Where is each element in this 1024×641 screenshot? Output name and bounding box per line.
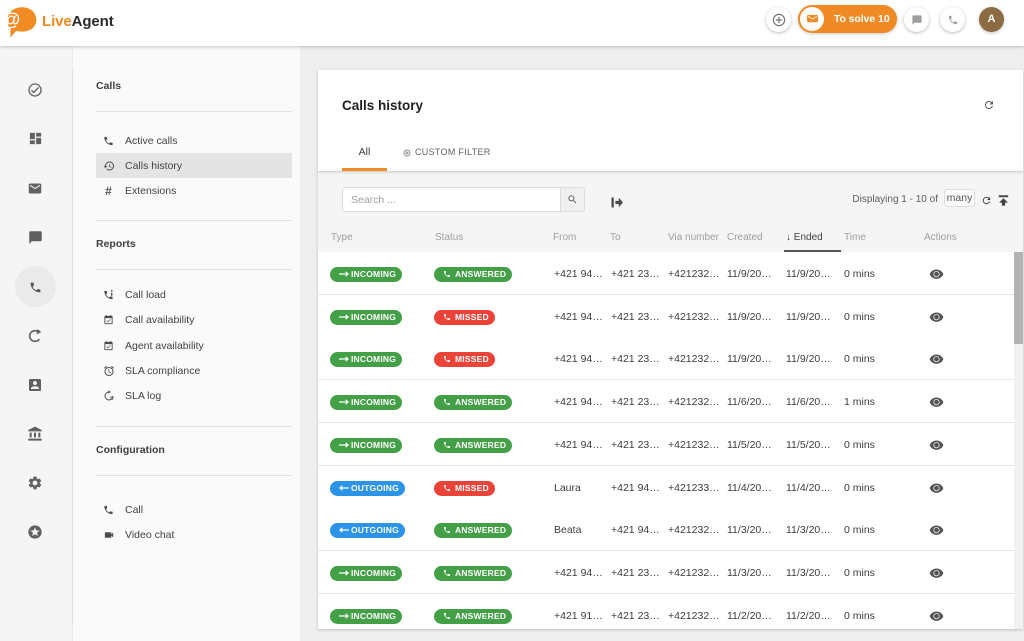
svg-text:@: @: [2, 9, 20, 30]
